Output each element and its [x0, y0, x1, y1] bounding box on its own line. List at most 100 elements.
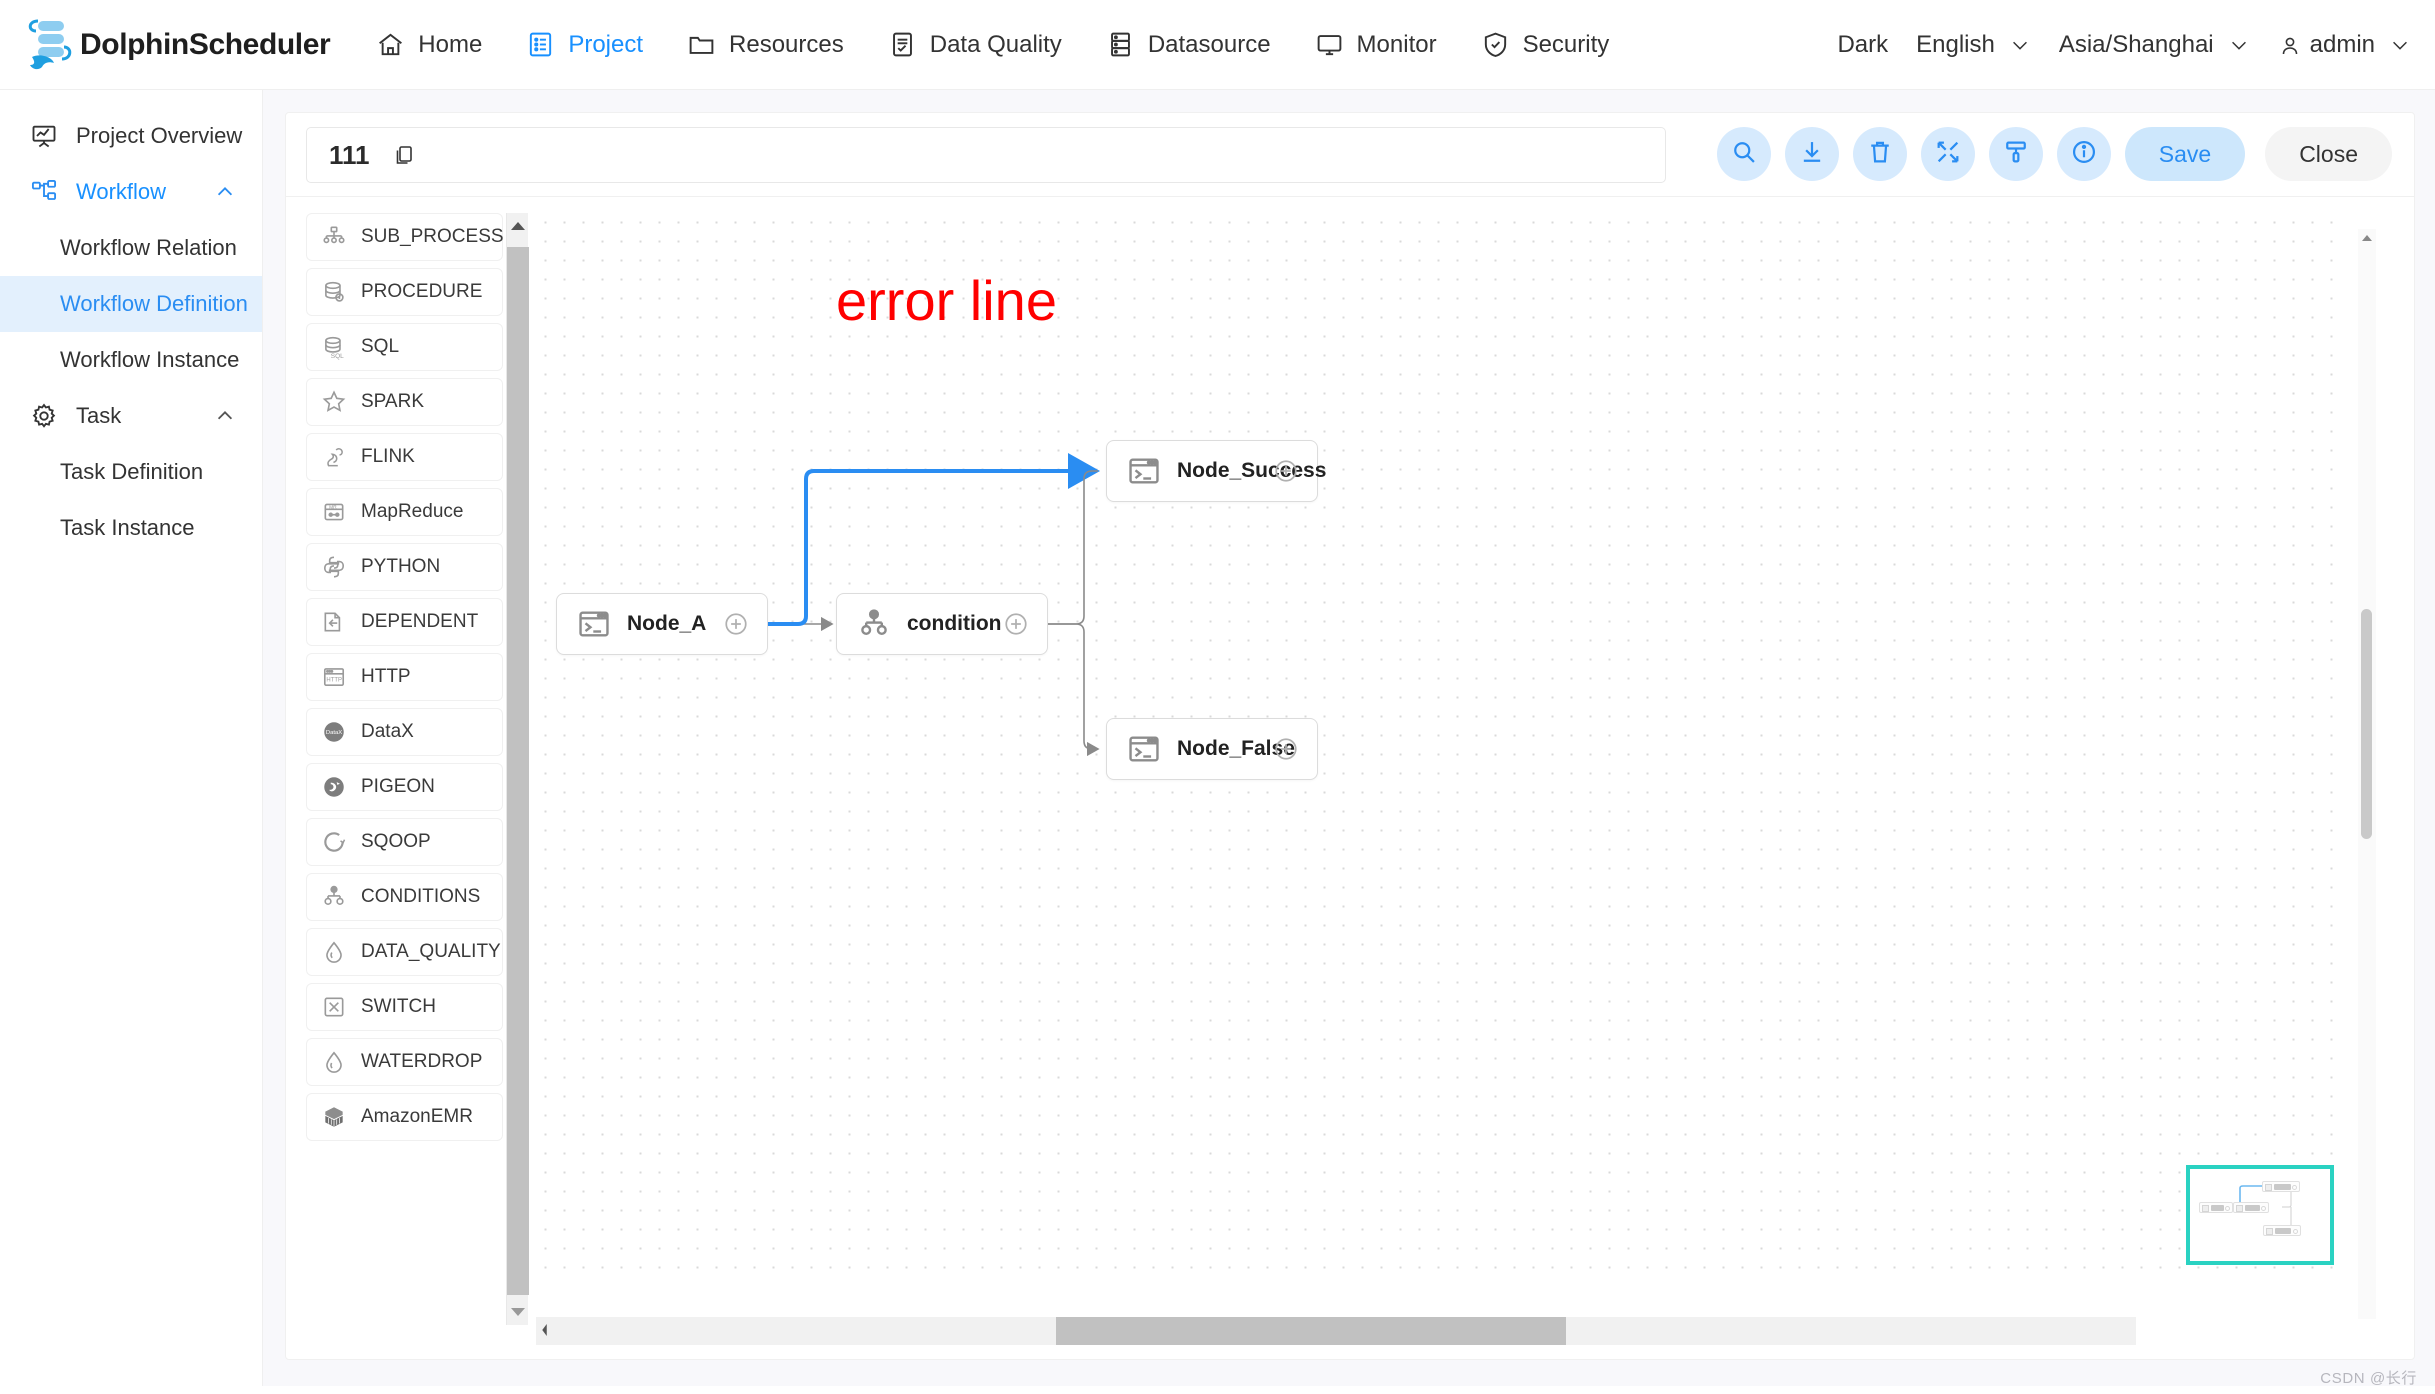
svg-text:MR: MR [329, 504, 337, 510]
sidebar-item-task-definition[interactable]: Task Definition [0, 444, 262, 500]
palette-item-spark[interactable]: SPARK [306, 378, 503, 426]
palette-item-waterdrop[interactable]: WATERDROP [306, 1038, 503, 1086]
download-button[interactable] [1784, 127, 1839, 181]
waterdrop-icon [321, 1049, 347, 1075]
add-downstream-icon[interactable] [1003, 611, 1029, 637]
sidebar-item-project-overview[interactable]: Project Overview [0, 108, 262, 164]
minimap-node [2233, 1202, 2269, 1213]
palette-item-http[interactable]: HTTP HTTP [306, 653, 503, 701]
canvas-hscroll-thumb[interactable] [1056, 1317, 1566, 1345]
flink-icon [321, 444, 347, 470]
palette-label: SUB_PROCESS [361, 226, 503, 247]
sidebar-label-project-overview: Project Overview [76, 123, 243, 148]
palette-item-python[interactable]: PYTHON [306, 543, 503, 591]
nav-item-data-quality[interactable]: Data Quality [888, 30, 1062, 59]
workflow-name-box[interactable]: 111 [306, 127, 1666, 183]
dag-node-condition[interactable]: condition [836, 593, 1048, 655]
palette-item-datax[interactable]: DataX DataX [306, 708, 503, 756]
sidebar-item-task[interactable]: Task [0, 388, 262, 444]
spark-icon [321, 389, 347, 415]
nav-item-datasource[interactable]: Datasource [1106, 30, 1271, 59]
error-line-annotation: error line [836, 269, 1057, 332]
nav-item-security[interactable]: Security [1481, 30, 1609, 59]
theme-label: Dark [1837, 31, 1889, 58]
nav-item-project[interactable]: Project [526, 30, 643, 59]
nav-label-datasource: Datasource [1147, 30, 1271, 58]
task-type-palette: SUB_PROCESS PROCEDURE SQL SQL SPARK FLIN… [306, 213, 503, 1325]
palette-item-sqoop[interactable]: SQOOP [306, 818, 503, 866]
copy-icon[interactable] [392, 142, 416, 168]
format-dag-button[interactable] [1988, 127, 2043, 181]
delete-button[interactable] [1852, 127, 1907, 181]
palette-scroll-up-icon[interactable] [507, 215, 529, 237]
add-downstream-icon[interactable] [1273, 458, 1299, 484]
info-button[interactable] [2056, 127, 2111, 181]
palette-item-mapreduce[interactable]: MR MapReduce [306, 488, 503, 536]
palette-item-procedure[interactable]: PROCEDURE [306, 268, 503, 316]
search-button[interactable] [1716, 127, 1771, 181]
shell-terminal-icon [577, 607, 611, 641]
sidebar-item-workflow-relation[interactable]: Workflow Relation [0, 220, 262, 276]
sidebar-item-task-instance[interactable]: Task Instance [0, 500, 262, 556]
palette-item-sub-process[interactable]: SUB_PROCESS [306, 213, 503, 261]
sidebar-label-task: Task [76, 403, 122, 428]
nav-item-home[interactable]: Home [376, 30, 482, 59]
chevron-down-icon [2228, 34, 2250, 56]
fullscreen-button[interactable] [1920, 127, 1975, 181]
palette-item-pigeon[interactable]: PIGEON [306, 763, 503, 811]
sidebar-item-workflow[interactable]: Workflow [0, 164, 262, 220]
sidebar-item-workflow-instance[interactable]: Workflow Instance [0, 332, 262, 388]
monitor-icon [1315, 30, 1344, 59]
nav-label-monitor: Monitor [1356, 30, 1437, 58]
save-button[interactable]: Save [2124, 127, 2246, 181]
nav-item-monitor[interactable]: Monitor [1315, 30, 1437, 59]
palette-item-amazon-emr[interactable]: AmazonEMR [306, 1093, 503, 1141]
nav-label-data-quality: Data Quality [929, 30, 1062, 58]
palette-item-dependent[interactable]: DEPENDENT [306, 598, 503, 646]
chevron-up-icon[interactable] [214, 405, 236, 427]
user-menu[interactable]: admin [2278, 31, 2411, 59]
svg-text:DataX: DataX [326, 730, 342, 736]
dag-node-node-a[interactable]: Node_A [556, 593, 768, 655]
canvas-vertical-scrollbar[interactable] [2358, 229, 2376, 1319]
palette-item-conditions[interactable]: CONDITIONS [306, 873, 503, 921]
canvas-vscroll-thumb[interactable] [2361, 609, 2372, 839]
brand-name: DolphinScheduler [80, 27, 331, 61]
download-icon [1798, 138, 1826, 171]
palette-item-flink[interactable]: FLINK [306, 433, 503, 481]
python-icon [321, 554, 347, 580]
dag-node-node-false[interactable]: Node_False [1106, 718, 1318, 780]
dag-canvas[interactable]: error line Node_A condition Node_Success… [536, 213, 2336, 1283]
shield-check-icon [1481, 30, 1510, 59]
close-button[interactable]: Close [2265, 127, 2392, 181]
chevron-up-icon[interactable] [214, 181, 236, 203]
dashboard-icon [30, 122, 58, 150]
nav-item-resources[interactable]: Resources [687, 30, 844, 59]
add-downstream-icon[interactable] [1273, 736, 1299, 762]
timezone-selector[interactable]: Asia/Shanghai [2059, 31, 2250, 59]
brand[interactable]: DolphinScheduler [18, 17, 331, 73]
language-selector[interactable]: English [1916, 31, 2031, 59]
palette-scrollbar-thumb[interactable] [507, 247, 529, 1295]
palette-label: PROCEDURE [361, 281, 483, 302]
chevron-down-icon [2389, 34, 2411, 56]
palette-scroll-down-icon[interactable] [507, 1301, 529, 1323]
minimap-node [2199, 1202, 2233, 1213]
palette-item-sql[interactable]: SQL SQL [306, 323, 503, 371]
palette-item-switch[interactable]: SWITCH [306, 983, 503, 1031]
watermark: CSDN @长行 [2320, 1370, 2417, 1387]
theme-toggle[interactable]: Dark [1837, 31, 1888, 59]
canvas-scroll-left-icon[interactable] [540, 1322, 549, 1343]
sidebar-item-workflow-definition[interactable]: Workflow Definition [0, 276, 262, 332]
palette-item-data-quality[interactable]: DATA_QUALITY [306, 928, 503, 976]
palette-label: FLINK [361, 446, 415, 467]
pigeon-icon [321, 774, 347, 800]
canvas-horizontal-scrollbar[interactable] [536, 1317, 2136, 1345]
palette-scrollbar[interactable] [506, 213, 529, 1325]
palette-label: HTTP [361, 666, 411, 687]
canvas-scroll-up-icon[interactable] [2360, 231, 2374, 245]
app-root: DolphinScheduler Home Project Resources … [0, 0, 2435, 1394]
add-downstream-icon[interactable] [723, 611, 749, 637]
dag-minimap[interactable] [2186, 1165, 2334, 1265]
dag-node-node-success[interactable]: Node_Success [1106, 440, 1326, 502]
